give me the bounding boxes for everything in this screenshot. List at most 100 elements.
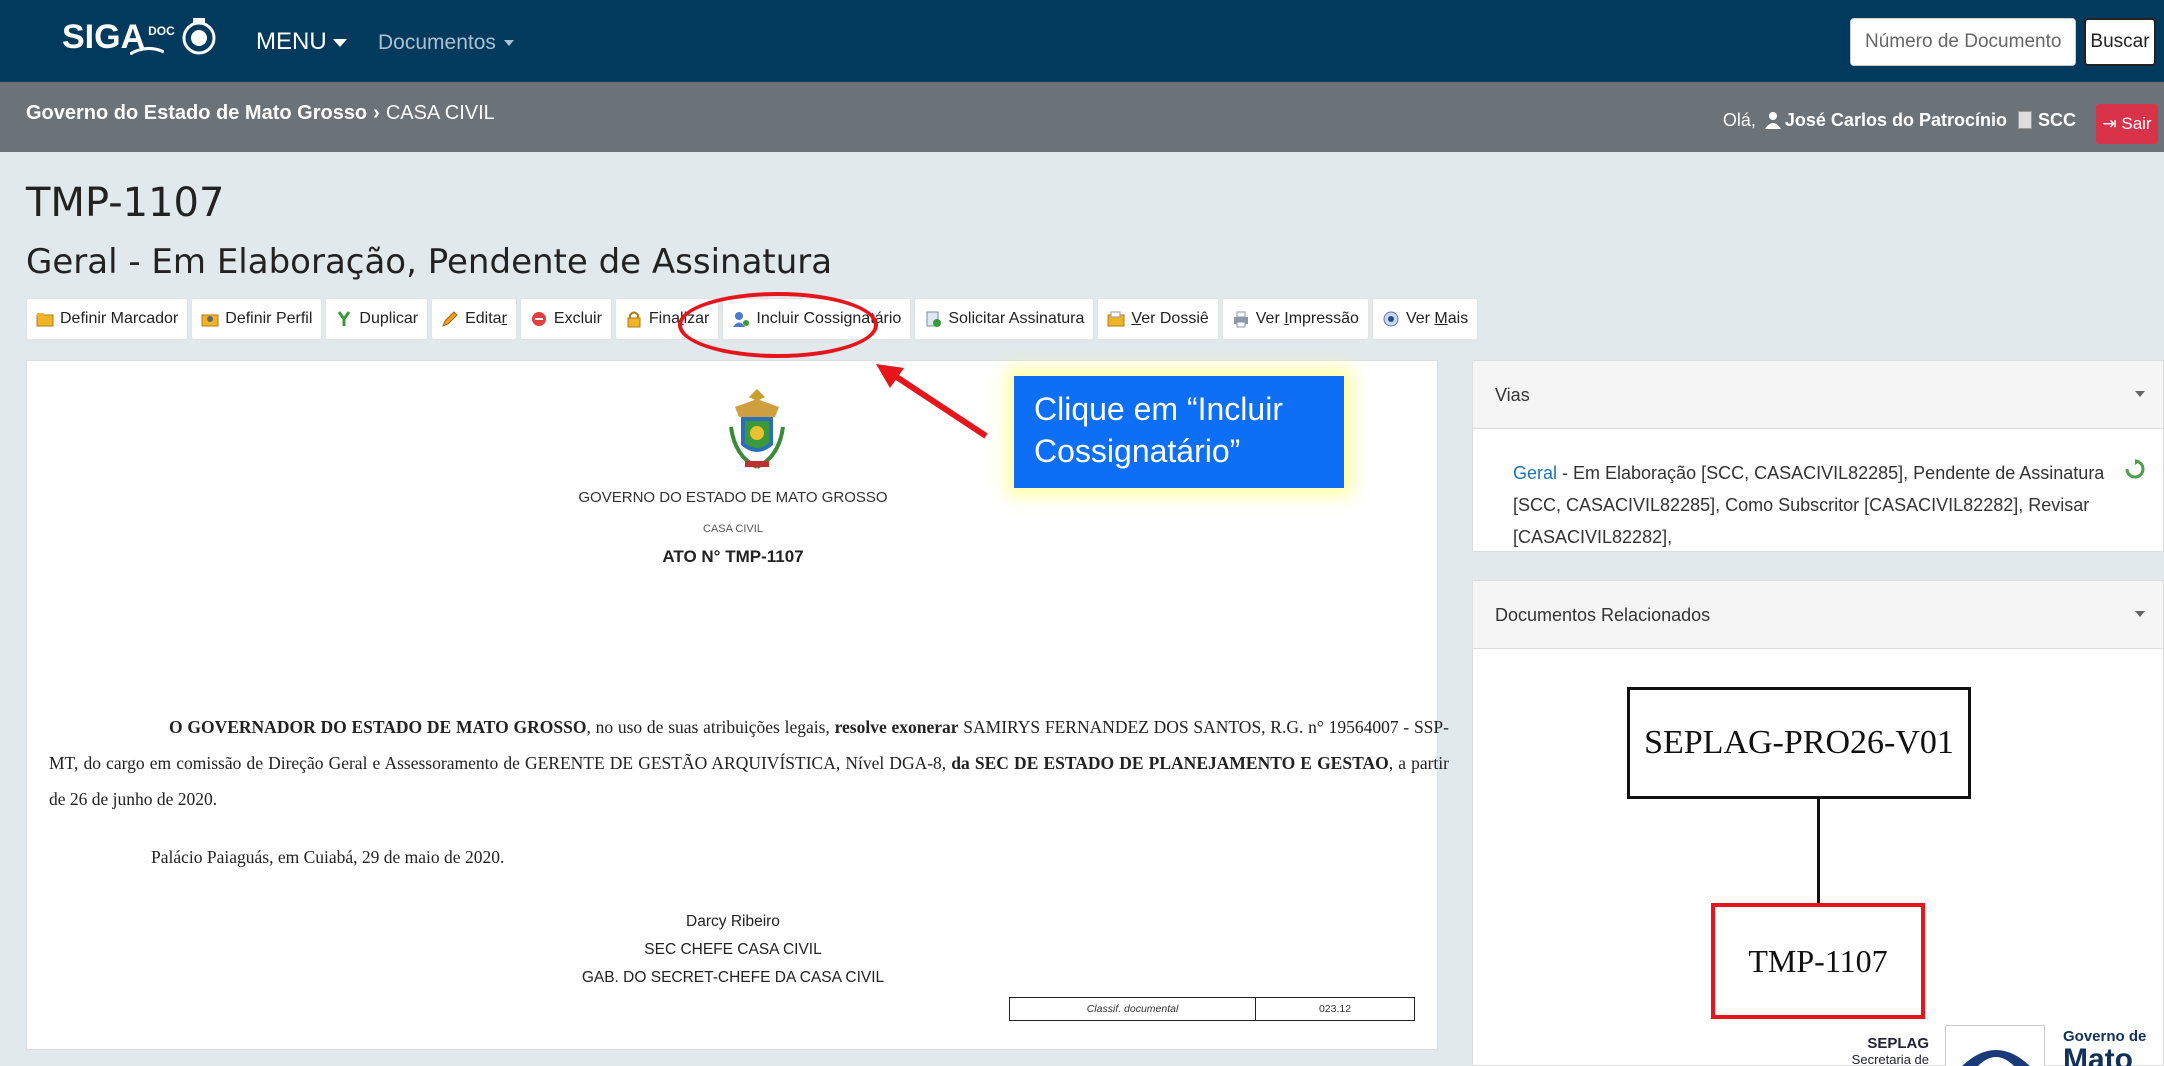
refresh-icon[interactable] <box>2125 459 2145 479</box>
view-print-button[interactable]: Ver Impressão <box>1221 298 1369 340</box>
menu-label: MENU <box>256 28 327 55</box>
request-signature-button[interactable]: Solicitar Assinatura <box>914 298 1095 340</box>
signer-name: Darcy Ribeiro <box>686 913 780 930</box>
caret-down-icon <box>332 38 347 47</box>
document-header-subtitle: CASA CIVIL <box>703 523 763 535</box>
user-name[interactable]: José Carlos do Patrocínio <box>1785 110 2007 130</box>
finalize-label-pre: Fina <box>648 310 681 327</box>
document-status: Geral - Em Elaboração, Pendente de Assin… <box>26 242 833 282</box>
breadcrumb-separator: › <box>373 102 380 124</box>
seplag-logo: SEPLAG Secretaria de <box>1829 1036 1929 1066</box>
edit-button[interactable]: Editar <box>431 298 517 340</box>
government-logo <box>1945 1025 2045 1066</box>
body-bold-secretariat: da SEC DE ESTADO DE PLANEJAMENTO E GESTA… <box>951 753 1389 773</box>
current-document-node[interactable]: TMP-1107 <box>1711 903 1925 1019</box>
printer-icon <box>1233 311 1248 328</box>
chevron-down-icon <box>2135 391 2145 397</box>
view-dossier-accesskey: V <box>1131 310 1142 327</box>
via-status-text: - Em Elaboração [SCC, CASACIVIL82285], P… <box>1513 463 2105 547</box>
delete-button[interactable]: Excluir <box>519 298 612 340</box>
document-classification: Classif. documental 023.12 <box>1009 997 1415 1021</box>
view-dossier-button[interactable]: Ver Dossiê <box>1097 298 1219 340</box>
view-more-label: Ver Mais <box>1406 310 1468 328</box>
signer-office: GAB. DO SECRET-CHEFE DA CASA CIVIL <box>581 969 885 986</box>
search-button[interactable]: Buscar <box>2084 18 2156 66</box>
folder-tag-icon <box>36 313 54 327</box>
lock-icon <box>627 311 641 328</box>
seplag-name: SEPLAG <box>1867 1035 1929 1052</box>
document-body: O GOVERNADOR DO ESTADO DE MATO GROSSO, n… <box>49 709 1449 817</box>
place-and-date: Palácio Paiaguás, em Cuiabá, 29 de maio … <box>151 847 505 867</box>
top-navbar: SIGADOC MENU Documentos Buscar <box>0 0 2164 82</box>
fork-icon <box>338 311 351 326</box>
vias-content: Geral - Em Elaboração [SCC, CASACIVIL822… <box>1473 429 2163 553</box>
breadcrumb-current: CASA CIVIL <box>385 102 495 124</box>
define-profile-label: Definir Perfil <box>225 310 313 327</box>
classification-value: 023.12 <box>1318 1003 1352 1015</box>
main-menu[interactable]: MENU <box>256 28 347 56</box>
signature-request-icon <box>926 311 942 327</box>
coat-of-arms-icon <box>729 389 785 469</box>
define-profile-button[interactable]: Definir Perfil <box>191 298 323 340</box>
view-print-label-post: mpressão <box>1288 310 1359 327</box>
government-logo-line2: Mato <box>2063 1043 2133 1066</box>
eye-icon <box>1383 311 1399 327</box>
body-text-1: , no uso de suas atribuições legais, <box>586 717 835 737</box>
define-marker-button[interactable]: Definir Marcador <box>26 298 189 340</box>
government-logo-text: Governo de Mato <box>2063 1029 2146 1066</box>
page-title: TMP-1107 <box>26 180 225 226</box>
state-seal-icon <box>182 18 216 55</box>
documents-menu[interactable]: Documentos <box>378 31 514 55</box>
signer-role: SEC CHEFE CASA CIVIL <box>644 941 822 958</box>
body-bold-resolve: resolve exonerar <box>834 717 959 737</box>
pencil-icon <box>442 311 458 327</box>
logout-icon: ⇥ <box>2102 114 2122 133</box>
vias-title: Vias <box>1495 385 1530 405</box>
brand-sup: DOC <box>148 24 175 38</box>
classification-label: Classif. documental <box>1010 998 1256 1020</box>
caret-down-icon <box>503 40 514 47</box>
user-info: Olá, José Carlos do Patrocínio SCC <box>1723 110 2076 131</box>
vias-panel-header[interactable]: Vias <box>1473 361 2163 429</box>
view-print-label-pre: Ver <box>1255 310 1285 327</box>
chevron-down-icon <box>2135 611 2145 617</box>
breadcrumb-root[interactable]: Governo do Estado de Mato Grosso <box>26 102 367 124</box>
user-icon <box>1764 112 1781 129</box>
folder-open-icon <box>1107 311 1125 327</box>
logout-label: Sair <box>2121 114 2152 133</box>
related-documents-header[interactable]: Documentos Relacionados <box>1473 581 2163 649</box>
government-logo-icon <box>1946 1026 2044 1066</box>
view-more-accesskey: M <box>1434 310 1448 327</box>
view-dossier-label: Ver Dossiê <box>1131 310 1208 328</box>
context-bar: Governo do Estado de Mato Grosso › CASA CI… <box>0 82 2164 152</box>
edit-label-accesskey: r <box>501 310 507 327</box>
related-documents-title: Documentos Relacionados <box>1495 605 1711 625</box>
via-link-geral[interactable]: Geral <box>1513 463 1557 483</box>
highlight-ring <box>678 292 878 358</box>
red-arrow-icon <box>876 364 988 439</box>
user-unit[interactable]: SCC <box>2038 110 2076 130</box>
duplicate-label: Duplicar <box>359 310 419 327</box>
duplicate-button[interactable]: Duplicar <box>325 298 429 340</box>
folder-user-icon <box>201 314 219 327</box>
view-print-label: Ver Impressão <box>1256 310 1359 328</box>
document-number-input[interactable] <box>1850 18 2076 66</box>
parent-document-node[interactable]: SEPLAG-PRO26-V01 <box>1627 687 1971 799</box>
request-signature-label: Solicitar Assinatura <box>948 310 1085 327</box>
building-icon <box>2017 111 2032 129</box>
brand-swoosh-icon <box>130 47 164 56</box>
documents-label: Documentos <box>378 31 496 54</box>
edit-label: Editar <box>465 310 507 328</box>
logout-button[interactable]: ⇥ Sair <box>2096 104 2158 144</box>
vias-panel: Vias Geral - Em Elaboração [SCC, CASACIV… <box>1472 360 2164 552</box>
document-header-title: GOVERNO DO ESTADO DE MATO GROSSO <box>578 489 888 506</box>
view-more-label-pre: Ver <box>1405 310 1435 327</box>
breadcrumb: Governo do Estado de Mato Grosso › CASA CI… <box>26 102 495 125</box>
view-more-button[interactable]: Ver Mais <box>1371 298 1479 340</box>
tutorial-callout: Clique em “Incluir Cossignatário” <box>1014 376 1344 488</box>
delete-icon <box>531 312 546 326</box>
relation-connector <box>1817 799 1820 905</box>
related-documents-panel: Documentos Relacionados SEPLAG-PRO26-V01… <box>1472 580 2164 1066</box>
view-dossier-label-post: er Dossiê <box>1141 310 1209 327</box>
edit-label-pre: Edita <box>465 310 502 327</box>
